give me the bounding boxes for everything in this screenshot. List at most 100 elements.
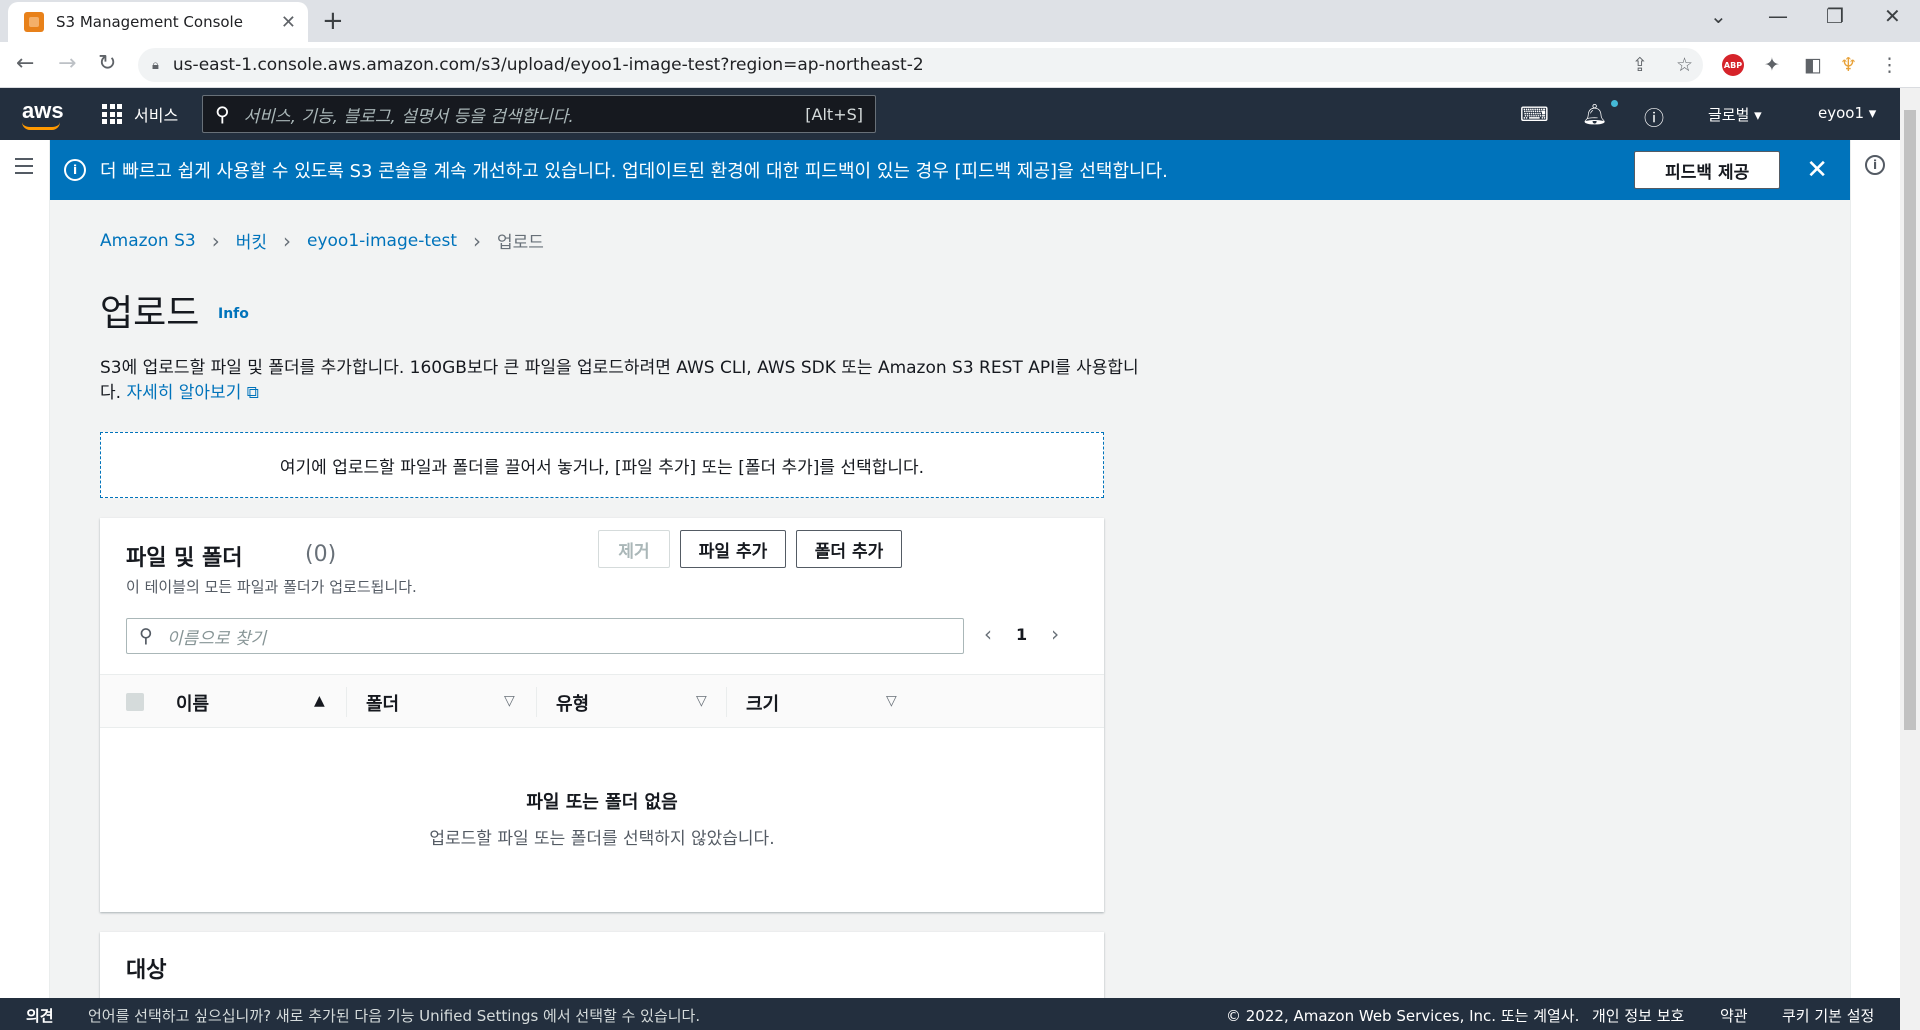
files-count: (0) [305, 542, 337, 567]
main-content: Amazon S3 › 버킷 › eyoo1-image-test › 업로드 … [50, 200, 1850, 998]
next-page-icon[interactable]: › [1051, 622, 1059, 646]
column-size[interactable]: 크기 [746, 690, 779, 716]
select-all-checkbox[interactable] [126, 693, 144, 711]
file-dropzone[interactable]: 여기에 업로드할 파일과 폴더를 끌어서 놓거나, [파일 추가] 또는 [폴더… [100, 432, 1104, 498]
cloudshell-icon[interactable]: ⌨ [1520, 102, 1549, 126]
search-icon: ⚲ [139, 625, 153, 647]
panel-subtitle: 이 테이블의 모든 파일과 폴더가 업로드됩니다. [126, 578, 417, 596]
info-panel-icon[interactable]: i [1865, 155, 1885, 175]
aws-logo-text: aws [22, 98, 64, 123]
breadcrumb-amazon-s3[interactable]: Amazon S3 [100, 231, 196, 251]
scrollbar-thumb[interactable] [1904, 110, 1916, 730]
panel-title: 파일 및 폴더 [126, 546, 243, 571]
table-header: 이름 ▲ 폴더 ▽ 유형 ▽ 크기 ▽ [100, 674, 1104, 728]
empty-state-description: 업로드할 파일 또는 폴더를 선택하지 않았습니다. [429, 829, 775, 849]
remove-button[interactable]: 제거 [598, 530, 670, 568]
close-tab-icon[interactable]: ✕ [281, 12, 296, 33]
aws-smile-icon [22, 122, 60, 130]
tab-title: S3 Management Console [56, 13, 243, 31]
aws-favicon-icon [24, 12, 44, 32]
page-scrollbar[interactable] [1900, 88, 1920, 1030]
chevron-right-icon: › [283, 228, 291, 253]
sort-icon[interactable]: ▽ [886, 693, 897, 709]
services-menu-button[interactable]: 서비스 [102, 102, 178, 126]
feedback-flash-banner: i 더 빠르고 쉽게 사용할 수 있도록 S3 콘솔을 계속 개선하고 있습니다… [50, 140, 1850, 200]
add-files-button[interactable]: 파일 추가 [680, 530, 786, 568]
search-shortcut: [Alt+S] [805, 104, 863, 124]
services-label: 서비스 [134, 106, 179, 125]
copyright: © 2022, Amazon Web Services, Inc. 또는 계열사… [1226, 1007, 1580, 1025]
browser-menu-icon[interactable]: ⋮ [1880, 54, 1899, 76]
add-folder-button[interactable]: 폴더 추가 [796, 530, 902, 568]
browser-toolbar: ← → ↻ 🔒︎ us-east-1.console.aws.amazon.co… [0, 42, 1920, 88]
info-icon: i [64, 159, 86, 181]
sort-icon[interactable]: ▽ [696, 693, 707, 709]
back-icon[interactable]: ← [16, 51, 34, 76]
breadcrumb-current: 업로드 [497, 233, 544, 253]
learn-more-link[interactable]: 자세히 알아보기 ⧉ [126, 383, 258, 403]
account-menu[interactable]: eyoo1 ▾ [1818, 104, 1876, 122]
help-icon[interactable]: ⓘ [1644, 102, 1664, 131]
chevron-right-icon: › [211, 228, 220, 253]
aws-top-nav: aws 서비스 ⚲ 서비스, 기능, 블로그, 설명서 등을 검색합니다. [A… [0, 88, 1900, 140]
sort-icon[interactable]: ▽ [504, 693, 515, 709]
breadcrumb-bucket[interactable]: eyoo1-image-test [307, 231, 457, 251]
account-label: eyoo1 [1818, 104, 1865, 122]
lock-icon: 🔒︎ [152, 57, 159, 73]
grid-icon [102, 104, 122, 124]
files-and-folders-panel: 파일 및 폴더 (0) 이 테이블의 모든 파일과 폴더가 업로드됩니다. 제거… [100, 518, 1104, 912]
find-by-name-input[interactable]: ⚲ 이름으로 찾기 [126, 618, 964, 654]
side-panel-icon[interactable]: ◧ [1804, 54, 1822, 76]
column-type[interactable]: 유형 [556, 690, 589, 716]
search-placeholder: 서비스, 기능, 블로그, 설명서 등을 검색합니다. [243, 106, 574, 127]
privacy-link[interactable]: 개인 정보 보호 [1592, 1005, 1684, 1026]
reload-icon[interactable]: ↻ [98, 51, 116, 76]
browser-tab[interactable]: S3 Management Console ✕ [8, 2, 308, 42]
region-selector[interactable]: 글로벌 ▾ [1708, 104, 1762, 125]
breadcrumb: Amazon S3 › 버킷 › eyoo1-image-test › 업로드 [100, 228, 544, 254]
column-name[interactable]: 이름 [176, 690, 209, 716]
region-label: 글로벌 [1708, 106, 1750, 124]
cookie-preferences-link[interactable]: 쿠키 기본 설정 [1782, 1005, 1874, 1026]
page-number[interactable]: 1 [1016, 625, 1027, 644]
column-divider [346, 687, 347, 717]
address-bar[interactable]: 🔒︎ us-east-1.console.aws.amazon.com/s3/u… [138, 48, 1703, 82]
destination-panel: 대상 [100, 932, 1104, 998]
bookmark-star-icon[interactable]: ☆ [1676, 54, 1693, 76]
page-title: 업로드 [100, 293, 200, 334]
search-icon: ⚲ [215, 102, 230, 126]
hamburger-menu-icon[interactable] [15, 158, 33, 179]
find-placeholder: 이름으로 찾기 [166, 628, 267, 649]
close-banner-icon[interactable]: ✕ [1806, 155, 1828, 185]
adblock-icon[interactable]: ABP [1722, 54, 1744, 76]
learn-more-label: 자세히 알아보기 [126, 383, 242, 403]
breadcrumb-buckets[interactable]: 버킷 [236, 228, 267, 253]
new-tab-icon[interactable]: + [322, 6, 344, 36]
chevron-right-icon: › [473, 228, 482, 253]
give-feedback-button[interactable]: 피드백 제공 [1634, 151, 1781, 189]
column-divider [536, 687, 537, 717]
sort-ascending-icon[interactable]: ▲ [314, 693, 325, 709]
notification-dot [1611, 100, 1618, 107]
browser-tab-bar: S3 Management Console ✕ + ⌄ — ❐ ✕ [0, 0, 1920, 42]
feedback-link[interactable]: 의견 [26, 1005, 54, 1026]
flash-message: 더 빠르고 쉽게 사용할 수 있도록 S3 콘솔을 계속 개선하고 있습니다. … [100, 161, 1168, 182]
close-window-icon[interactable]: ✕ [1884, 4, 1901, 28]
forward-icon[interactable]: → [58, 51, 76, 76]
url-text: us-east-1.console.aws.amazon.com/s3/uplo… [172, 55, 924, 75]
info-link[interactable]: Info [218, 306, 249, 322]
tab-search-icon[interactable]: ⌄ [1710, 4, 1727, 28]
global-search-input[interactable]: ⚲ 서비스, 기능, 블로그, 설명서 등을 검색합니다. [Alt+S] [202, 95, 876, 133]
pagination: ‹ 1 › [984, 622, 1059, 646]
extension-icon[interactable]: ♆ [1840, 54, 1857, 76]
terms-link[interactable]: 약관 [1720, 1005, 1748, 1026]
restore-icon[interactable]: ❐ [1826, 4, 1844, 28]
notifications-bell-icon[interactable]: 🔔︎ [1582, 102, 1607, 126]
share-icon[interactable]: ⇪ [1632, 54, 1648, 76]
extensions-icon[interactable]: ✦ [1764, 54, 1780, 76]
minimize-icon[interactable]: — [1768, 4, 1788, 28]
prev-page-icon[interactable]: ‹ [984, 622, 992, 646]
aws-logo[interactable]: aws [22, 98, 64, 130]
language-message: 언어를 선택하고 싶으십니까? 새로 추가된 다음 기능 Unified Set… [88, 1007, 701, 1025]
column-folder[interactable]: 폴더 [366, 690, 399, 716]
